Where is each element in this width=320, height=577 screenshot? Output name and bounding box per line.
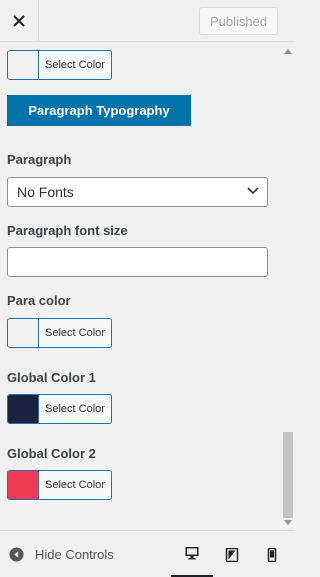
top-color-picker[interactable]: Select Color bbox=[7, 50, 112, 80]
desktop-preview-button[interactable] bbox=[171, 531, 213, 577]
controls-content: Select Color Paragraph Typography Paragr… bbox=[0, 42, 281, 530]
tablet-icon bbox=[225, 547, 239, 562]
color-swatch bbox=[8, 51, 39, 79]
global-color-1-label: Global Color 1 bbox=[7, 370, 96, 385]
global-color-1-picker[interactable]: Select Color bbox=[7, 394, 112, 424]
global-color-2-label: Global Color 2 bbox=[7, 446, 96, 461]
font-size-label: Paragraph font size bbox=[7, 223, 128, 238]
paragraph-font-select[interactable]: No Fonts bbox=[7, 177, 268, 207]
controls-panel: Select Color Paragraph Typography Paragr… bbox=[0, 42, 295, 530]
scrollbar[interactable] bbox=[281, 42, 295, 530]
paragraph-label: Paragraph bbox=[7, 152, 72, 167]
hide-controls-label: Hide Controls bbox=[35, 547, 114, 562]
hide-controls-button[interactable]: Hide Controls bbox=[9, 531, 114, 577]
para-color-label: Para color bbox=[7, 293, 71, 308]
customizer-footer: Hide Controls bbox=[0, 530, 295, 577]
select-color-label: Select Color bbox=[39, 395, 111, 423]
font-size-input[interactable] bbox=[7, 247, 268, 277]
publish-button[interactable]: Published bbox=[199, 7, 278, 35]
scroll-down-arrow[interactable] bbox=[284, 520, 292, 525]
scroll-thumb[interactable] bbox=[283, 432, 293, 518]
mobile-preview-button[interactable] bbox=[251, 531, 293, 577]
paragraph-font-value: No Fonts bbox=[17, 184, 74, 200]
chevron-down-icon bbox=[247, 187, 259, 195]
select-color-label: Select Color bbox=[39, 319, 111, 347]
customizer-header: Published bbox=[0, 0, 295, 42]
global-color-2-picker[interactable]: Select Color bbox=[7, 470, 112, 500]
mobile-icon bbox=[267, 547, 277, 562]
para-color-picker[interactable]: Select Color bbox=[7, 318, 112, 348]
close-button[interactable] bbox=[0, 0, 39, 42]
paragraph-typography-button[interactable]: Paragraph Typography bbox=[7, 95, 191, 126]
desktop-icon bbox=[185, 547, 199, 560]
select-color-label: Select Color bbox=[39, 51, 111, 79]
tablet-preview-button[interactable] bbox=[211, 531, 253, 577]
scroll-up-arrow[interactable] bbox=[284, 49, 292, 54]
select-color-label: Select Color bbox=[39, 471, 111, 499]
close-icon bbox=[13, 15, 25, 27]
color-swatch bbox=[8, 471, 39, 499]
arrow-left-circle-icon bbox=[9, 547, 24, 562]
color-swatch bbox=[8, 395, 39, 423]
color-swatch bbox=[8, 319, 39, 347]
